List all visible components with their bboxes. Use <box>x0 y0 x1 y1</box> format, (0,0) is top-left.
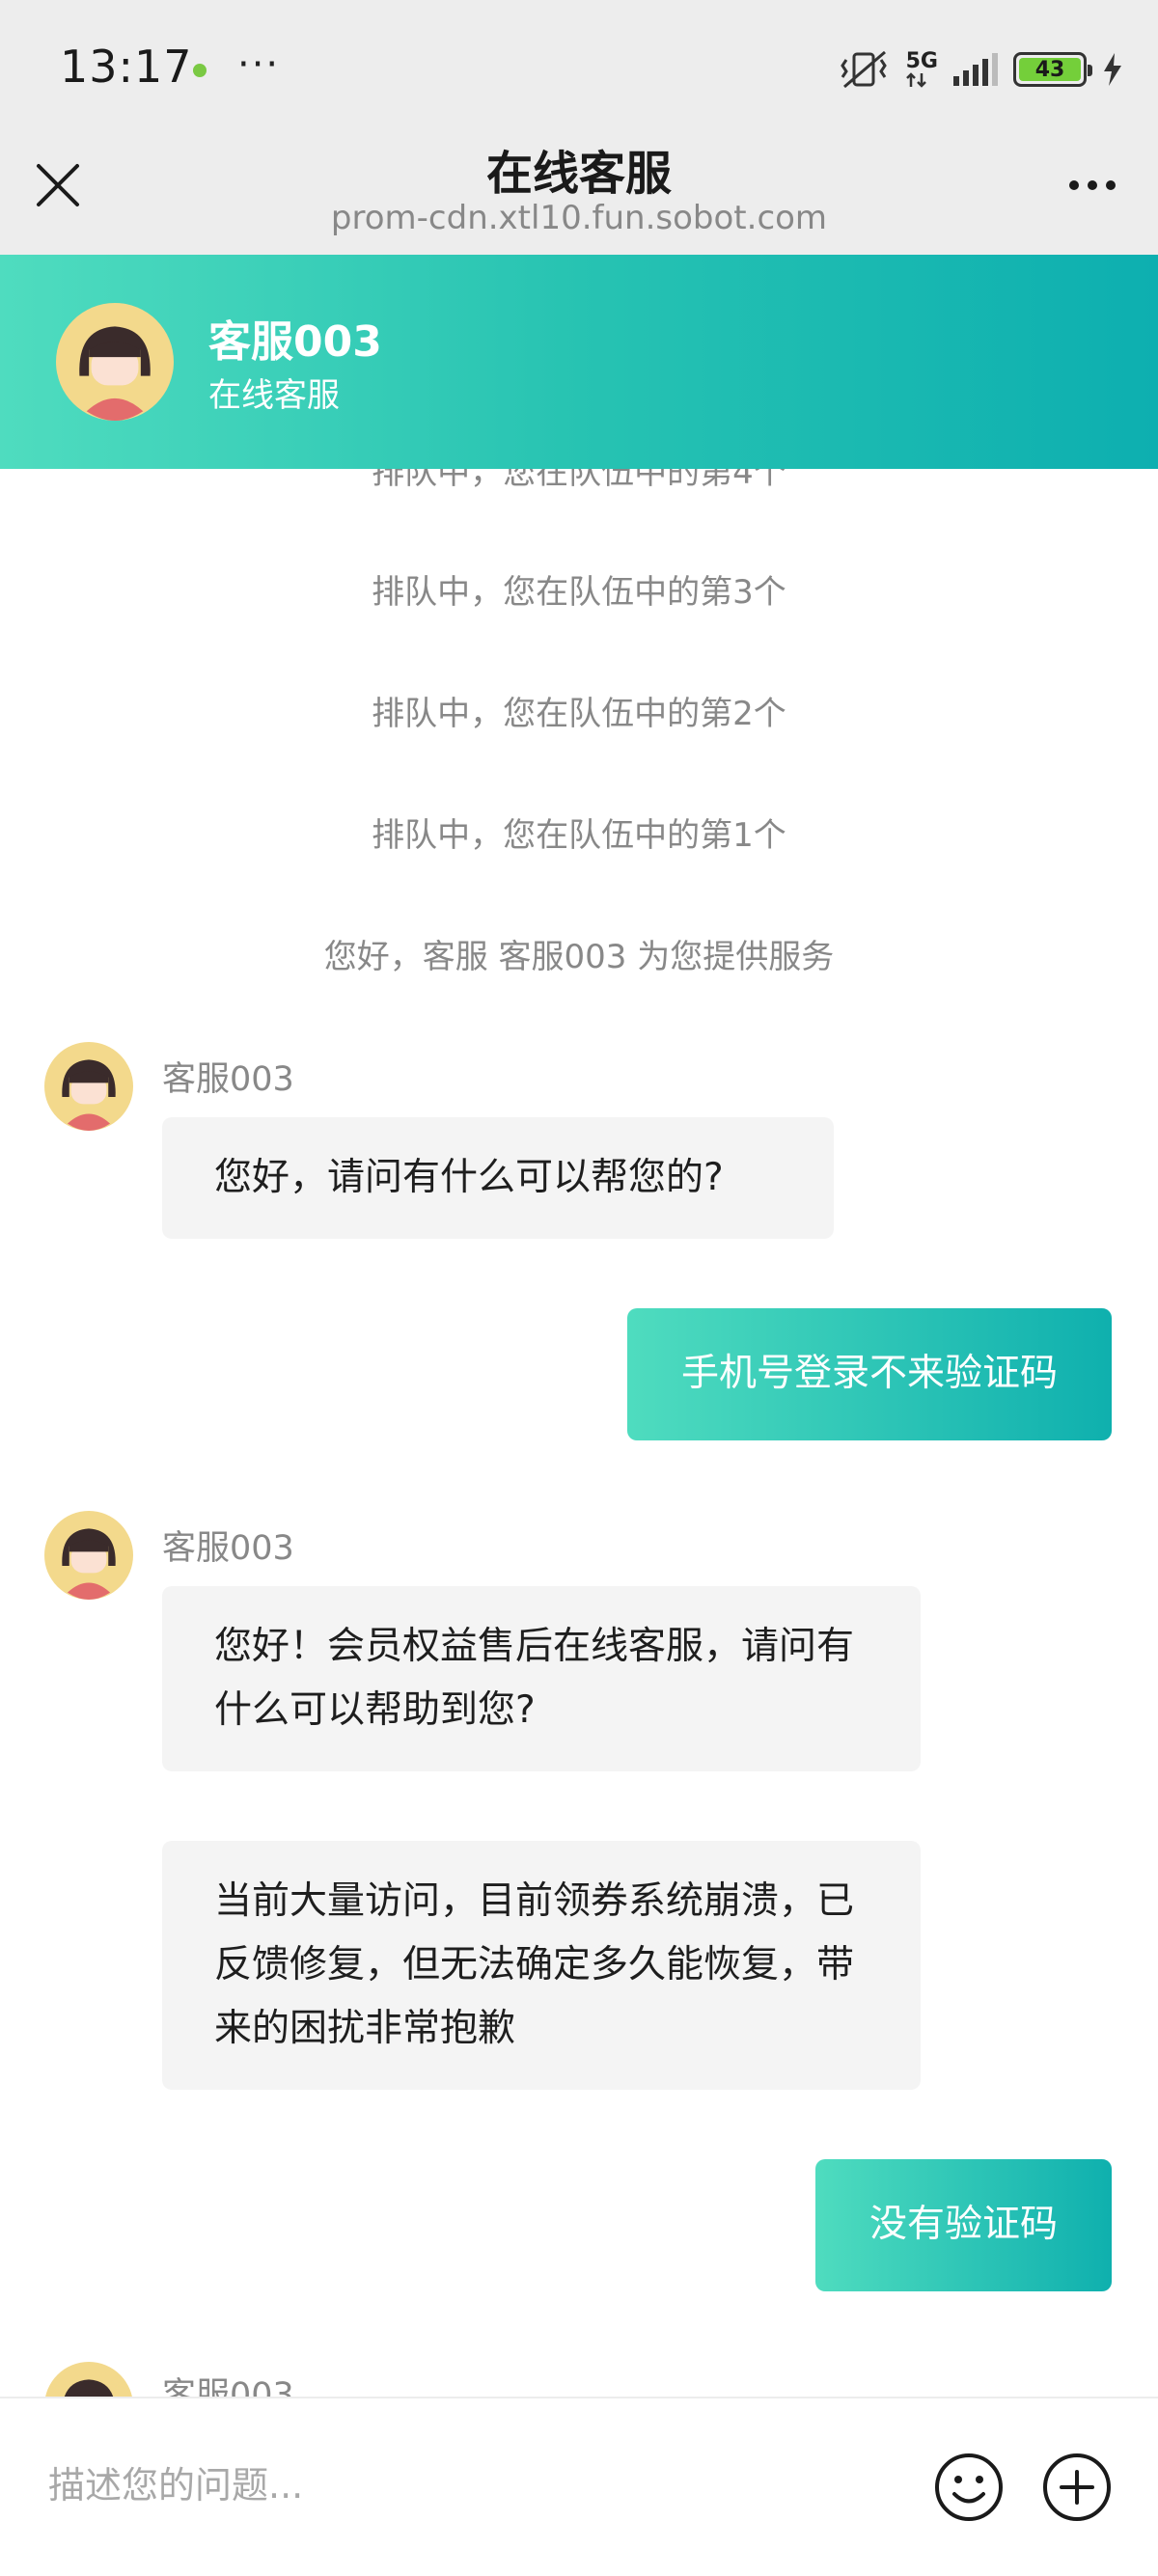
system-message: 排队中，您在队伍中的第2个 <box>372 695 786 733</box>
agent-avatar <box>44 1511 133 1600</box>
emoji-icon <box>935 2453 1003 2521</box>
more-icon-dot <box>1106 180 1116 190</box>
agent-avatar <box>45 2362 132 2397</box>
agent-avatar <box>44 1042 133 1131</box>
network-label: 5G <box>905 49 938 73</box>
vibrate-mute-icon <box>840 50 887 89</box>
charging-icon <box>1104 53 1121 86</box>
status-time: 13:17 <box>60 41 193 93</box>
message-sender: 客服003 <box>162 1529 294 1568</box>
agent-avatar <box>56 303 174 421</box>
input-bar <box>0 2397 1158 2576</box>
agent-message-bubble[interactable]: 您好，请问有什么可以帮您的? <box>162 1117 834 1239</box>
message-input[interactable] <box>46 2447 867 2524</box>
emoji-button[interactable] <box>932 2451 1006 2524</box>
user-message-bubble[interactable]: 手机号登录不来验证码 <box>626 1308 1112 1440</box>
status-more-icon: ··· <box>237 42 281 87</box>
nav-header: 在线客服 prom-cdn.xtl10.fun.sobot.com <box>0 135 1158 255</box>
status-bar: 13:17 ··· 5G 43 <box>0 0 1158 135</box>
more-button[interactable] <box>1054 156 1131 214</box>
add-button[interactable] <box>1040 2451 1114 2524</box>
agent-message-bubble[interactable]: 您好！会员权益售后在线客服，请问有什么可以帮助到您? <box>162 1586 921 1771</box>
user-message-bubble[interactable]: 没有验证码 <box>814 2159 1112 2291</box>
system-message: 排队中，您在队伍中的第4个 <box>372 469 786 492</box>
agent-message-bubble[interactable]: 当前大量访问，目前领券系统崩溃，已反馈修复，但无法确定多久能恢复，带来的困扰非常… <box>162 1841 921 2090</box>
agent-status: 在线客服 <box>208 376 340 415</box>
status-indicators: 5G 43 <box>837 44 1123 95</box>
message-sender: 客服003 <box>162 1060 294 1099</box>
more-icon-dot <box>1069 180 1079 190</box>
notification-dot-icon <box>193 64 207 77</box>
add-icon <box>1043 2453 1111 2521</box>
system-message: 您好，客服 客服003 为您提供服务 <box>323 938 835 976</box>
system-message: 排队中，您在队伍中的第3个 <box>372 573 786 612</box>
battery-level: 43 <box>1019 58 1081 82</box>
agent-name: 客服003 <box>208 317 382 367</box>
more-icon-dot <box>1088 180 1097 190</box>
agent-banner: 客服003 在线客服 <box>0 255 1158 469</box>
page-title: 在线客服 <box>485 147 672 201</box>
battery-icon: 43 <box>1013 52 1092 87</box>
signal-icon <box>953 53 998 86</box>
chat-area[interactable]: 排队中，您在队伍中的第4个 排队中，您在队伍中的第3个 排队中，您在队伍中的第2… <box>0 469 1158 2397</box>
message-sender: 客服003 <box>162 2376 294 2397</box>
system-message: 排队中，您在队伍中的第1个 <box>372 816 786 855</box>
network-indicator: 5G <box>906 51 938 88</box>
data-arrows-icon <box>905 72 926 88</box>
page-url: prom-cdn.xtl10.fun.sobot.com <box>330 199 828 237</box>
